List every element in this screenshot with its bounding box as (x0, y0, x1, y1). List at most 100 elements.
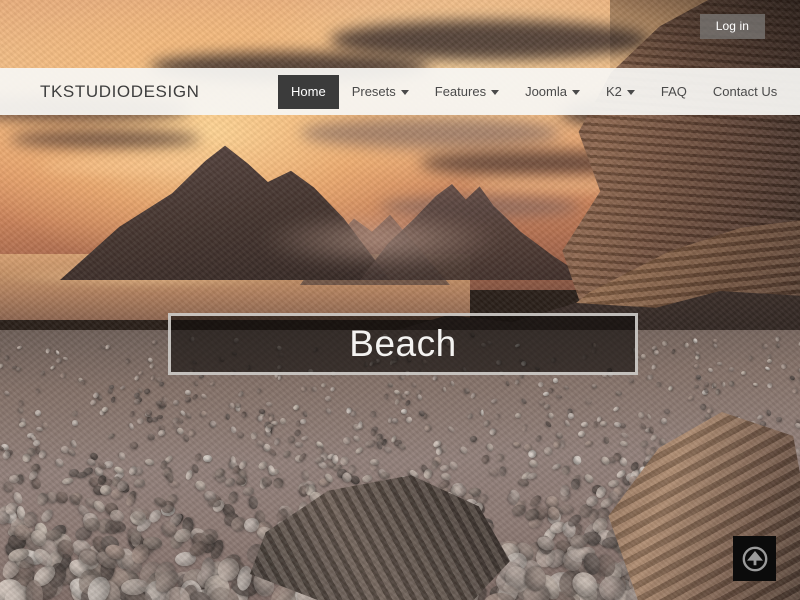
pebble (249, 432, 257, 440)
pebble (647, 425, 654, 434)
pebble (200, 392, 208, 400)
nav-item-joomla[interactable]: Joomla (512, 77, 593, 107)
pebble (580, 421, 588, 427)
pebble (34, 409, 42, 417)
pebble (485, 441, 495, 452)
pebble (439, 464, 450, 472)
pebble (299, 417, 308, 424)
pebble (324, 395, 331, 402)
nav-item-features[interactable]: Features (422, 77, 512, 107)
pebble (615, 390, 623, 396)
arrow-up-circle-icon (742, 546, 768, 572)
pebble (332, 454, 339, 464)
pebble (147, 357, 154, 364)
pebble (566, 412, 575, 420)
pebble (584, 440, 593, 448)
pebble (442, 386, 447, 393)
pebble (636, 410, 645, 419)
pebble (620, 431, 629, 439)
pebble (416, 393, 423, 400)
pebble (762, 342, 769, 349)
pebble (127, 422, 135, 431)
pebble (465, 388, 471, 395)
nav-item-label: K2 (606, 83, 622, 99)
nav-item-home[interactable]: Home (278, 74, 339, 109)
pebble (687, 394, 695, 401)
pebble (16, 345, 23, 351)
pebble (257, 459, 269, 471)
pebble (393, 398, 400, 406)
pebble (347, 463, 357, 475)
nav-item-k2[interactable]: K2 (593, 77, 648, 107)
pebble (647, 373, 654, 380)
pebble (740, 369, 747, 375)
pebble (599, 420, 607, 427)
login-button[interactable]: Log in (699, 14, 765, 39)
pebble (603, 436, 610, 445)
pebble (794, 421, 800, 430)
pebble (383, 444, 393, 454)
pebble (311, 386, 318, 393)
pebble (237, 390, 245, 399)
pebble (693, 384, 700, 388)
pebble (777, 343, 781, 349)
pebble (273, 436, 281, 446)
chevron-down-icon (572, 90, 580, 95)
pebble (431, 374, 437, 382)
pebble (300, 385, 308, 393)
mountain-haze (230, 200, 550, 280)
pebble (550, 462, 562, 472)
pebble (716, 362, 723, 366)
pebble (58, 371, 66, 379)
pebble (300, 434, 309, 441)
pebble (534, 433, 543, 443)
pebble (38, 506, 55, 524)
pebble (186, 412, 193, 420)
pebble (780, 362, 787, 370)
scroll-to-top-button[interactable] (733, 536, 776, 581)
pebble (229, 425, 238, 434)
pebble (149, 374, 155, 381)
pebble (110, 396, 116, 403)
pebble (447, 460, 459, 472)
main-navbar: TKSTUDIODESIGN Home Presets Features Joomla… (0, 68, 800, 115)
pebble (543, 402, 551, 410)
nav-item-label: Presets (351, 83, 396, 99)
pebble (292, 403, 300, 411)
pebble (54, 349, 60, 356)
pebble (320, 382, 328, 389)
nav-item-presets[interactable]: Presets (339, 77, 422, 107)
pebble (191, 393, 198, 401)
pebble (628, 377, 634, 383)
pebble (707, 366, 714, 373)
pebble (129, 441, 138, 449)
pebble (767, 358, 773, 363)
pebble (646, 412, 653, 421)
pebble (148, 362, 155, 369)
pebble (547, 386, 554, 394)
pebble (440, 444, 448, 453)
site-brand[interactable]: TKSTUDIODESIGN (40, 82, 200, 102)
pebble (766, 382, 772, 389)
pebble (0, 362, 4, 369)
pebble (695, 374, 702, 380)
pebble (556, 394, 563, 399)
nav-item-faq[interactable]: FAQ (648, 77, 700, 107)
pebble (257, 408, 266, 415)
pebble (175, 426, 185, 436)
pebble (45, 348, 51, 354)
pebble (89, 398, 97, 407)
pebble (255, 387, 261, 394)
pebble (667, 384, 675, 392)
pebble (386, 382, 394, 389)
pebble (405, 416, 413, 424)
pebble (137, 369, 143, 376)
pebble (652, 349, 660, 356)
pebble (315, 445, 324, 455)
pebble (209, 419, 218, 429)
pebble (554, 431, 564, 440)
pebble (272, 476, 284, 489)
pebble (613, 421, 621, 428)
pebble (171, 398, 179, 406)
nav-item-contact-us[interactable]: Contact Us (700, 77, 790, 107)
